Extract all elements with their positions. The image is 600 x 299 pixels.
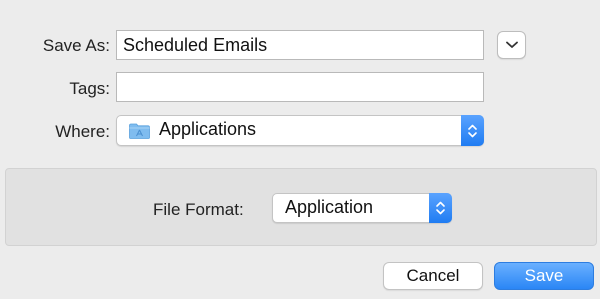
save-button[interactable]: Save [494, 262, 594, 290]
file-format-popup[interactable]: Application [272, 193, 452, 223]
applications-folder-icon [129, 123, 150, 139]
cancel-button[interactable]: Cancel [383, 262, 483, 290]
where-label: Where: [55, 122, 110, 141]
where-stepper [461, 115, 484, 146]
up-down-chevron-icon [436, 201, 445, 215]
file-format-panel: File Format: Application [5, 168, 597, 246]
expand-dialog-button[interactable] [497, 31, 526, 59]
file-format-stepper [429, 193, 452, 223]
tags-field[interactable] [116, 72, 484, 102]
tags-label: Tags: [69, 79, 110, 98]
save-as-label: Save As: [42, 36, 110, 55]
up-down-chevron-icon [468, 124, 477, 137]
save-dialog: Save As: Scheduled Emails Tags: Where: A… [0, 0, 600, 299]
save-as-field[interactable]: Scheduled Emails [116, 30, 484, 60]
file-format-value: Application [285, 197, 374, 217]
where-value: Applications [159, 119, 257, 139]
file-format-label: File Format: [153, 200, 244, 219]
where-popup[interactable]: Applications [116, 115, 484, 146]
chevron-down-icon [506, 41, 518, 48]
